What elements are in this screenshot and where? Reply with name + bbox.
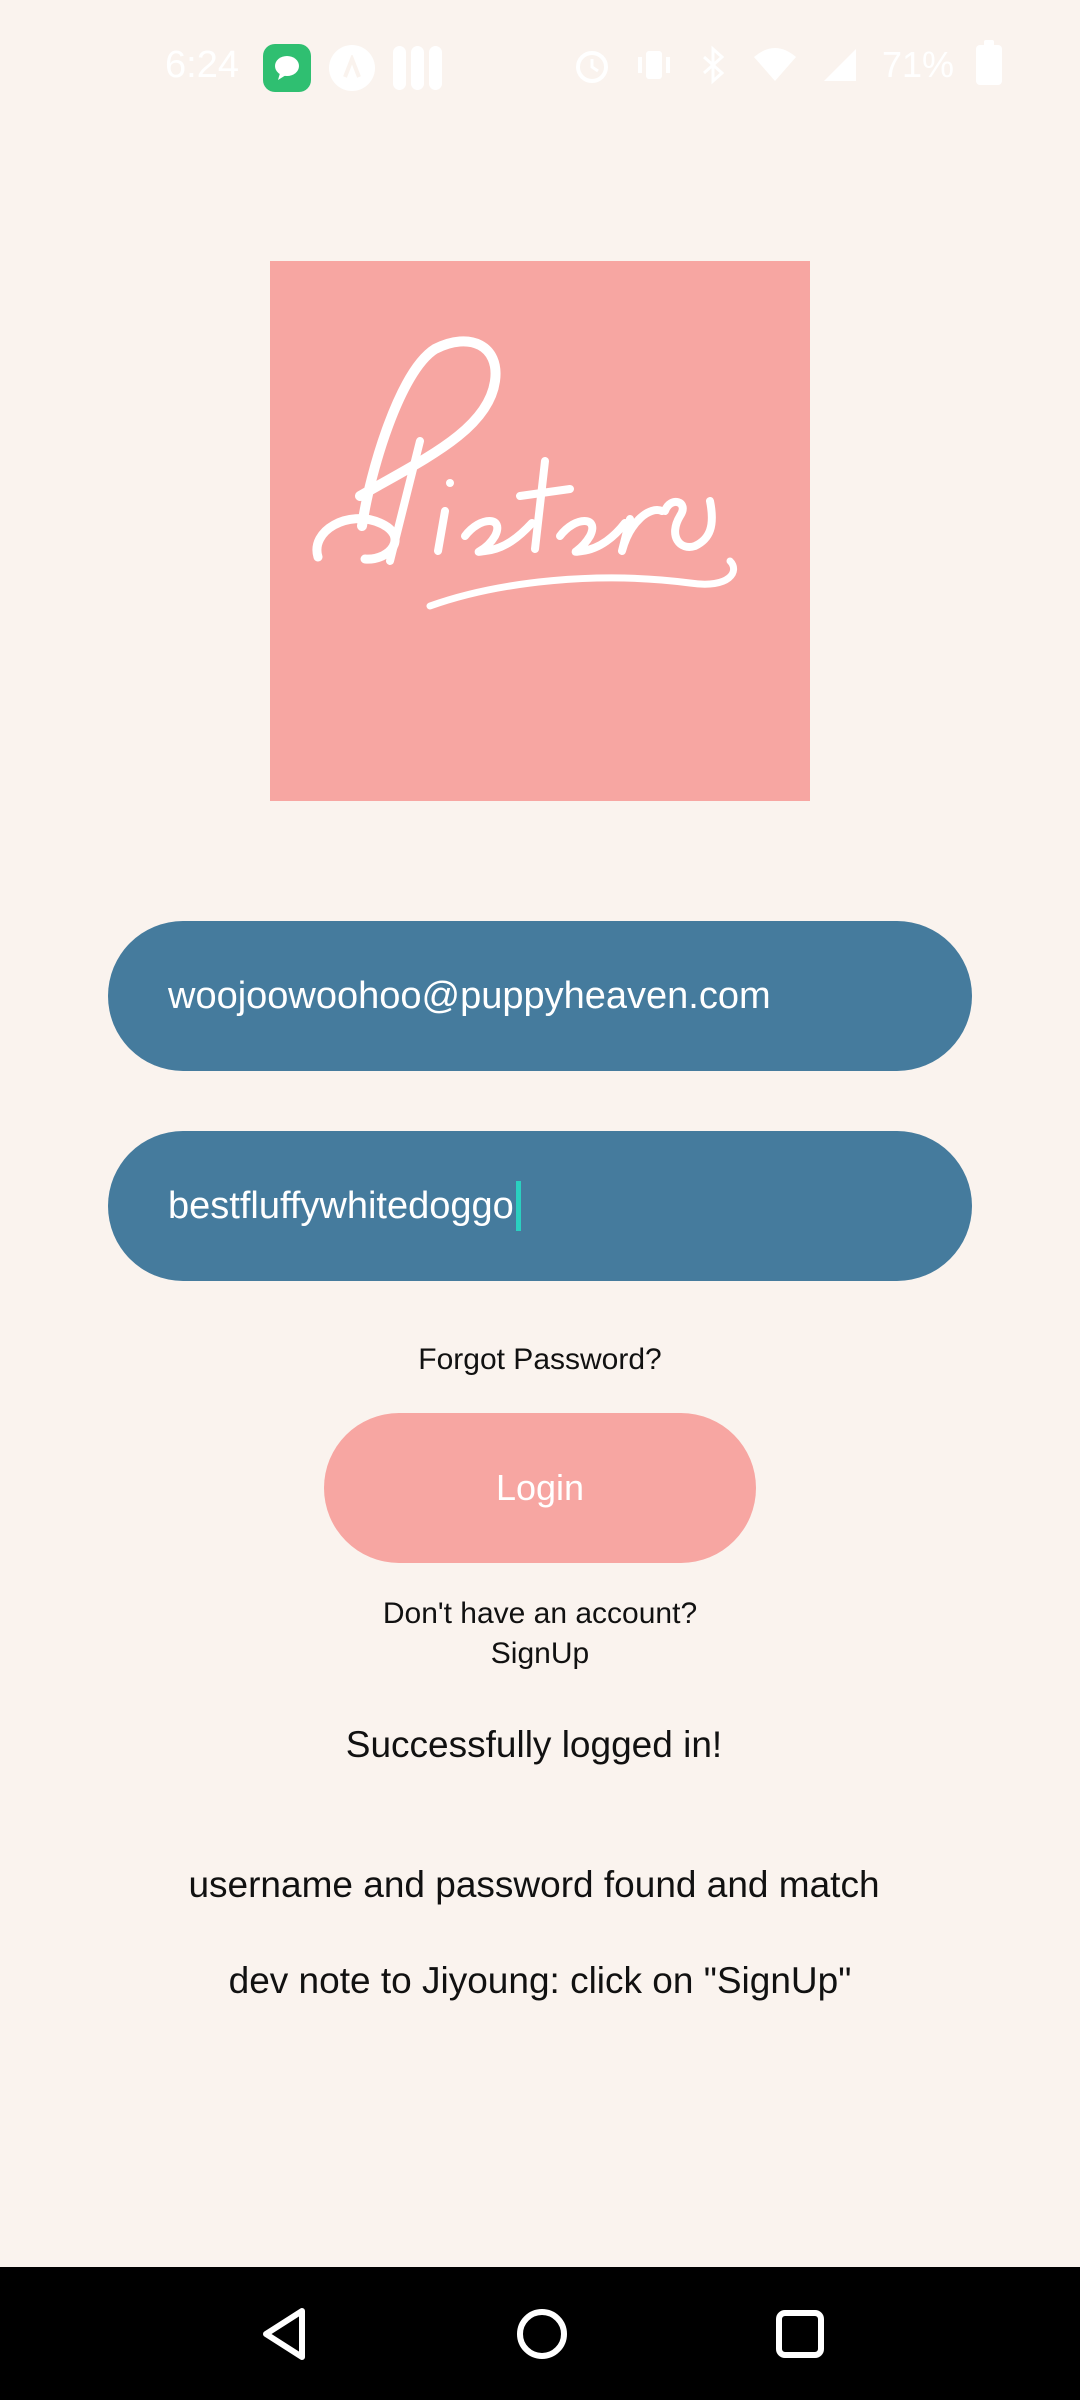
app-circle-icon [329, 45, 375, 91]
navigation-bar [0, 2267, 1080, 2400]
email-value: woojoowoohoo@puppyheaven.com [168, 974, 771, 1017]
login-button[interactable]: Login [324, 1413, 756, 1563]
pieters-script-logo [312, 336, 738, 610]
vibrate-icon [637, 51, 670, 79]
password-value: bestfluffywhitedoggo [168, 1184, 514, 1227]
password-field[interactable]: bestfluffywhitedoggo [108, 1131, 972, 1281]
match-message: username and password found and match [188, 1864, 880, 1905]
text-cursor [515, 1181, 521, 1231]
signal-icon [823, 49, 856, 81]
dev-note: dev note to Jiyoung: click on "SignUp" [228, 1960, 852, 2001]
bluetooth-icon [702, 45, 725, 85]
recents-icon[interactable] [765, 2299, 835, 2369]
app-logo [270, 261, 810, 801]
battery-percent: 71% [881, 44, 954, 85]
alarm-icon [575, 51, 608, 83]
status-time: 6:24 [165, 44, 239, 86]
home-icon[interactable] [507, 2299, 577, 2369]
signup-link[interactable]: SignUp [0, 1637, 1080, 1671]
back-icon[interactable] [250, 2299, 320, 2369]
forgot-password-link[interactable]: Forgot Password? [0, 1343, 1080, 1377]
battery-icon [976, 40, 1002, 85]
app-pill-icon [393, 46, 442, 90]
status-bar: 6:24 71% [0, 0, 1080, 140]
no-account-text: Don't have an account? [382, 1597, 698, 1630]
email-field[interactable]: woojoowoohoo@puppyheaven.com [108, 921, 972, 1071]
messages-app-icon [263, 44, 311, 92]
wifi-icon [753, 48, 796, 81]
success-message: Successfully logged in! [345, 1724, 723, 1765]
system-status-icons: 71% [572, 40, 1002, 86]
notification-icons [263, 44, 442, 92]
